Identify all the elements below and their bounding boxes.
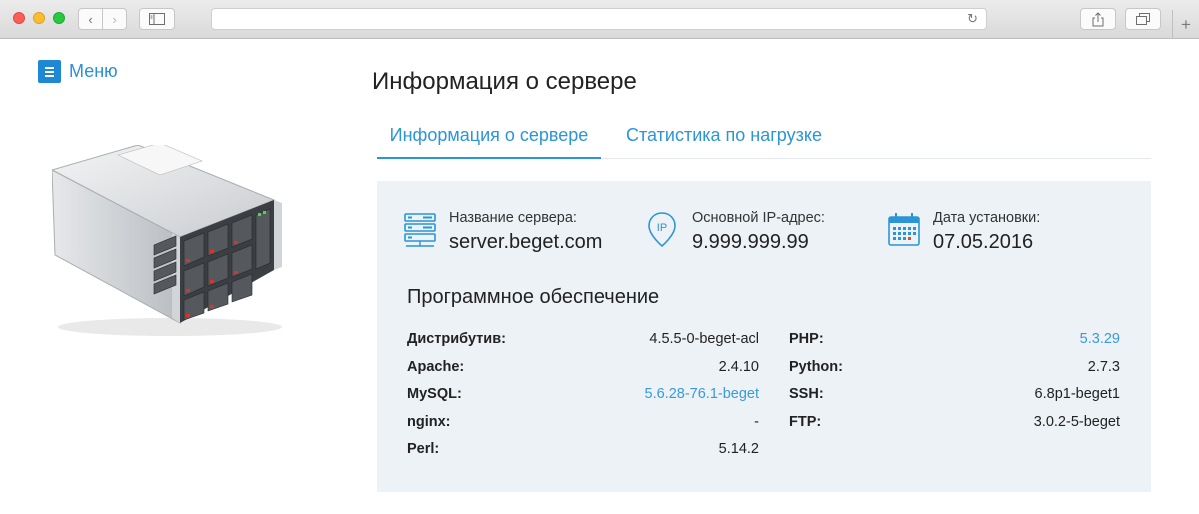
software-section-title: Программное обеспечение (407, 286, 660, 308)
show-tabs-button[interactable] (1125, 8, 1161, 30)
software-row-nginx: nginx: - (407, 414, 759, 442)
software-value: 3.0.2-5-beget (1033, 413, 1120, 430)
svg-text:IP: IP (657, 222, 667, 234)
minimize-window-button[interactable] (33, 12, 45, 24)
menu-button[interactable]: Меню (38, 60, 118, 83)
software-key: Apache: (407, 358, 465, 375)
tab-server-info[interactable]: Информация о сервере (377, 113, 601, 159)
server-icon (404, 213, 436, 247)
software-row-python: Python: 2.7.3 (789, 359, 1120, 387)
software-row-ftp: FTP: 3.0.2-5-beget (789, 414, 1120, 442)
sidebar-icon (149, 13, 165, 25)
software-value: 5.14.2 (718, 441, 759, 457)
hamburger-icon (38, 60, 61, 83)
mysql-version-link[interactable]: 5.6.28-76.1-beget (645, 386, 759, 414)
address-bar[interactable]: ↻ (211, 8, 987, 30)
plus-icon: + (1181, 14, 1191, 34)
software-value: - (754, 413, 759, 430)
ip-address-block: IP Основной IP-адрес: 9.999.999.99 (646, 209, 825, 255)
tabs-icon (1136, 13, 1150, 25)
new-tab-button[interactable]: + (1172, 10, 1199, 39)
software-key: Python: (789, 358, 843, 375)
tab-bar: Информация о сервере Статистика по нагру… (377, 113, 1151, 159)
zoom-window-button[interactable] (53, 12, 65, 24)
software-key: PHP: (789, 331, 824, 347)
share-icon (1092, 11, 1104, 26)
close-window-button[interactable] (13, 12, 25, 24)
software-key: FTP: (789, 413, 822, 430)
software-list-right: PHP: 5.3.29 Python: 2.7.3 SSH: 6.8p1-beg… (789, 331, 1120, 441)
reload-icon[interactable]: ↻ (967, 11, 978, 27)
server-info-panel: Название сервера: server.beget.com IP Ос… (377, 181, 1151, 492)
menu-label: Меню (69, 61, 118, 81)
software-key: nginx: (407, 413, 451, 430)
software-row-distro: Дистрибутив: 4.5.5-0-beget-acl (407, 331, 759, 359)
ip-address-label: Основной IP-адрес: (692, 210, 825, 226)
software-row-ssh: SSH: 6.8p1-beget1 (789, 386, 1120, 414)
back-button[interactable]: ‹ (78, 8, 103, 30)
install-date-block: Дата установки: 07.05.2016 (887, 209, 1040, 255)
software-row-mysql: MySQL: 5.6.28-76.1-beget (407, 386, 759, 414)
share-button[interactable] (1080, 8, 1116, 30)
calendar-icon (888, 213, 920, 246)
software-value: 4.5.5-0-beget-acl (649, 331, 759, 347)
software-key: MySQL: (407, 386, 462, 402)
software-list-left: Дистрибутив: 4.5.5-0-beget-acl Apache: 2… (407, 331, 759, 469)
install-date-label: Дата установки: (933, 210, 1041, 226)
server-rack-image (52, 145, 282, 336)
software-key: SSH: (789, 386, 824, 402)
software-key: Дистрибутив: (407, 331, 506, 347)
software-value: 2.7.3 (1087, 358, 1120, 375)
server-name-value: server.beget.com (449, 231, 603, 253)
forward-button[interactable]: › (102, 8, 127, 30)
software-row-perl: Perl: 5.14.2 (407, 441, 759, 469)
software-row-php: PHP: 5.3.29 (789, 331, 1120, 359)
ip-address-value: 9.999.999.99 (692, 231, 809, 253)
software-value: 2.4.10 (718, 358, 759, 375)
browser-toolbar: ‹ › ↻ + (0, 0, 1199, 39)
tab-load-statistics[interactable]: Статистика по нагрузке (626, 113, 822, 159)
ip-pin-icon: IP (648, 212, 676, 248)
server-name-block: Название сервера: server.beget.com (403, 209, 602, 255)
install-date-value: 07.05.2016 (933, 231, 1034, 253)
software-row-apache: Apache: 2.4.10 (407, 359, 759, 387)
server-name-label: Название сервера: (449, 210, 577, 226)
page-title: Информация о сервере (372, 68, 637, 95)
php-version-link[interactable]: 5.3.29 (1080, 331, 1120, 359)
chevron-left-icon: ‹ (88, 11, 93, 27)
sidebar-toggle-button[interactable] (139, 8, 175, 30)
software-key: Perl: (407, 441, 440, 457)
chevron-right-icon: › (112, 11, 117, 27)
software-value: 6.8p1-beget1 (1034, 386, 1120, 402)
